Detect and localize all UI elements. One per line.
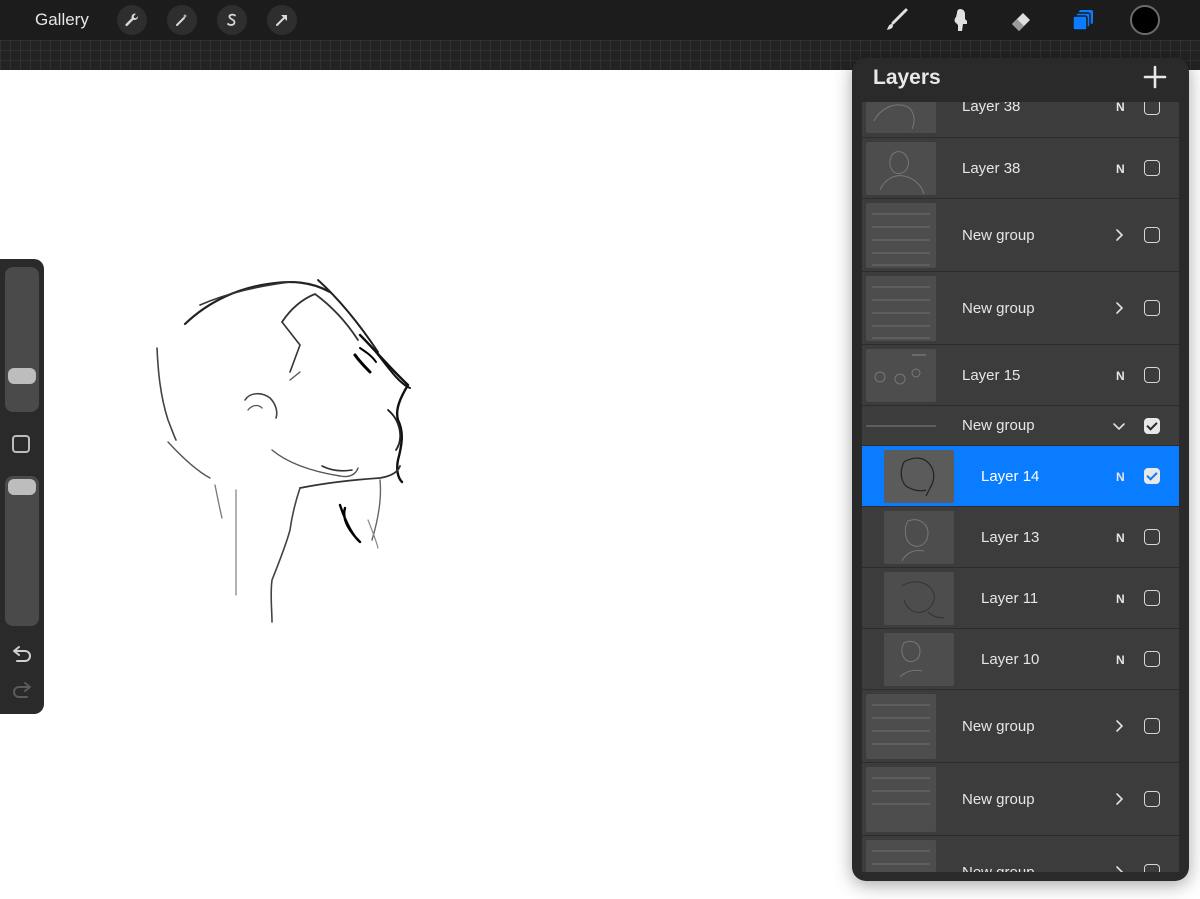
blend-mode-button[interactable]: N xyxy=(1116,162,1125,176)
chevron-right-icon[interactable] xyxy=(1112,228,1126,242)
opacity-slider-thumb[interactable] xyxy=(8,479,36,495)
layer-row[interactable]: Layer 13 N xyxy=(862,507,1179,568)
visibility-checkbox[interactable] xyxy=(1144,468,1160,484)
layer-thumbnail xyxy=(866,349,936,402)
group-name: New group xyxy=(962,718,1035,735)
group-divider xyxy=(866,425,936,427)
layers-panel: Layers Layer 38 N Layer 38 N New group N… xyxy=(852,58,1189,881)
eraser-icon[interactable] xyxy=(1006,5,1036,35)
chevron-down-icon[interactable] xyxy=(1112,419,1126,433)
layer-thumbnail xyxy=(884,511,954,564)
layers-list[interactable]: Layer 38 N Layer 38 N New group New grou… xyxy=(862,102,1179,872)
layer-thumbnail xyxy=(884,633,954,686)
visibility-checkbox[interactable] xyxy=(1144,590,1160,606)
blend-mode-button[interactable]: N xyxy=(1116,531,1125,545)
visibility-checkbox[interactable] xyxy=(1144,791,1160,807)
layer-thumbnail xyxy=(884,572,954,625)
wrench-icon[interactable] xyxy=(116,5,147,35)
visibility-checkbox[interactable] xyxy=(1144,300,1160,316)
visibility-checkbox[interactable] xyxy=(1144,529,1160,545)
layer-row[interactable]: Layer 38 N xyxy=(862,102,1179,138)
visibility-checkbox[interactable] xyxy=(1144,418,1160,434)
layer-row-selected[interactable]: Layer 14 N xyxy=(862,446,1179,507)
layer-name: Layer 38 xyxy=(962,102,1021,115)
layers-icon[interactable] xyxy=(1068,5,1098,35)
group-name: New group xyxy=(962,227,1035,244)
visibility-checkbox[interactable] xyxy=(1144,102,1160,115)
color-picker-button[interactable] xyxy=(1130,5,1160,35)
selection-icon[interactable] xyxy=(216,5,247,35)
group-row[interactable]: New group xyxy=(862,836,1179,872)
visibility-checkbox[interactable] xyxy=(1144,651,1160,667)
blend-mode-button[interactable]: N xyxy=(1116,653,1125,667)
transform-arrow-icon[interactable] xyxy=(266,5,297,35)
group-name: New group xyxy=(962,791,1035,808)
layer-row[interactable]: Layer 15 N xyxy=(862,345,1179,406)
layer-name: Layer 11 xyxy=(981,590,1039,607)
group-thumbnail xyxy=(866,767,936,832)
layer-name: Layer 38 xyxy=(962,160,1021,177)
modify-square-icon[interactable] xyxy=(12,435,30,453)
group-thumbnail xyxy=(866,840,936,872)
blend-mode-button[interactable]: N xyxy=(1116,592,1125,606)
group-name: New group xyxy=(962,864,1035,872)
visibility-checkbox[interactable] xyxy=(1144,227,1160,243)
group-row[interactable]: New group xyxy=(862,272,1179,345)
undo-icon[interactable] xyxy=(10,645,34,665)
group-thumbnail xyxy=(866,694,936,759)
group-thumbnail xyxy=(866,203,936,268)
layer-row[interactable]: Layer 10 N xyxy=(862,629,1179,690)
smudge-icon[interactable] xyxy=(944,5,974,35)
brush-size-slider[interactable] xyxy=(5,267,39,412)
sketch-drawing xyxy=(156,279,411,623)
blend-mode-button[interactable]: N xyxy=(1116,470,1125,484)
visibility-checkbox[interactable] xyxy=(1144,367,1160,383)
layers-panel-title: Layers xyxy=(873,66,941,89)
group-row-expanded[interactable]: New group xyxy=(862,406,1179,446)
top-toolbar: Gallery xyxy=(0,0,1200,40)
chevron-right-icon[interactable] xyxy=(1112,792,1126,806)
visibility-checkbox[interactable] xyxy=(1144,718,1160,734)
chevron-right-icon[interactable] xyxy=(1112,301,1126,315)
brush-size-slider-thumb[interactable] xyxy=(8,368,36,384)
layer-row[interactable]: Layer 11 N xyxy=(862,568,1179,629)
redo-icon[interactable] xyxy=(10,681,34,701)
group-name: New group xyxy=(962,417,1035,434)
chevron-right-icon[interactable] xyxy=(1112,719,1126,733)
chevron-right-icon[interactable] xyxy=(1112,865,1126,872)
blend-mode-button[interactable]: N xyxy=(1116,369,1125,383)
group-row[interactable]: New group xyxy=(862,763,1179,836)
visibility-checkbox[interactable] xyxy=(1144,864,1160,872)
layer-name: Layer 15 xyxy=(962,367,1021,384)
group-name: New group xyxy=(962,300,1035,317)
visibility-checkbox[interactable] xyxy=(1144,160,1160,176)
layer-name: Layer 14 xyxy=(981,468,1040,485)
magic-wand-icon[interactable] xyxy=(166,5,197,35)
layer-thumbnail xyxy=(884,450,954,503)
plus-icon[interactable] xyxy=(1143,65,1167,89)
opacity-slider[interactable] xyxy=(5,476,39,626)
right-tools xyxy=(882,0,1160,40)
left-tools xyxy=(116,5,297,35)
group-thumbnail xyxy=(866,276,936,341)
layer-thumbnail xyxy=(866,142,936,195)
layer-name: Layer 10 xyxy=(981,651,1040,668)
layer-row[interactable]: Layer 38 N xyxy=(862,138,1179,199)
layer-name: Layer 13 xyxy=(981,529,1040,546)
brush-icon[interactable] xyxy=(882,5,912,35)
group-row[interactable]: New group xyxy=(862,690,1179,763)
gallery-button[interactable]: Gallery xyxy=(35,10,89,30)
layer-thumbnail xyxy=(866,102,936,133)
left-sidebar xyxy=(0,259,44,714)
group-row[interactable]: New group xyxy=(862,199,1179,272)
blend-mode-button[interactable]: N xyxy=(1116,102,1125,114)
